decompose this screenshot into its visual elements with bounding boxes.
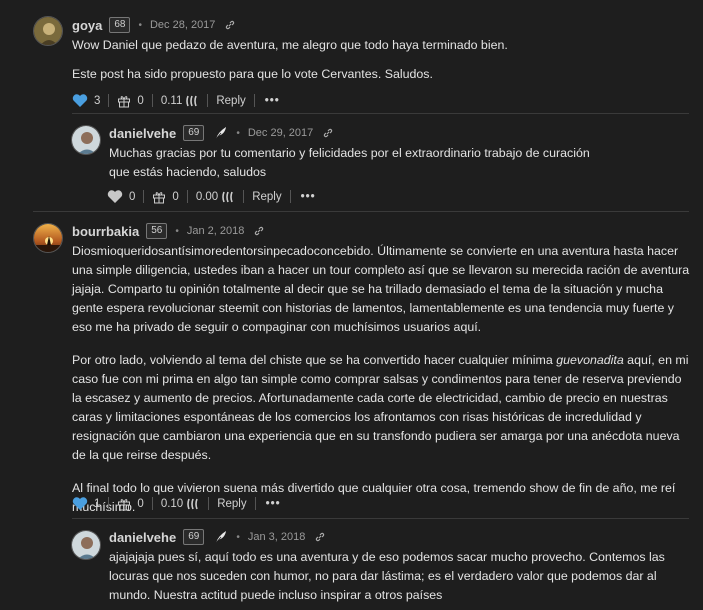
link-icon[interactable] <box>322 127 334 139</box>
avatar[interactable] <box>71 125 101 155</box>
divider <box>186 190 188 203</box>
divider <box>108 94 110 107</box>
divider <box>243 190 245 203</box>
steem-power-icon <box>186 95 198 106</box>
comment-date[interactable]: Dec 29, 2017 <box>248 127 313 139</box>
comment-body: ajajajaja pues sí, aquí todo es una aven… <box>109 548 694 605</box>
paragraph-text: Por otro lado, volviendo al tema del chi… <box>72 353 557 367</box>
comment-footer: 1 0 0.10 Reply ••• <box>72 496 281 511</box>
divider <box>151 497 153 510</box>
payout-value[interactable]: 0.00 <box>196 191 218 203</box>
comment-date[interactable]: Dec 28, 2017 <box>150 19 215 31</box>
author-name[interactable]: danielvehe <box>109 530 176 545</box>
link-icon[interactable] <box>224 19 236 31</box>
comment-paragraph: ajajajaja pues sí, aquí todo es una aven… <box>109 550 665 602</box>
more-options-button[interactable]: ••• <box>265 95 280 107</box>
emphasis-text: guevonadita <box>556 353 624 367</box>
comment-body: Wow Daniel que pedazo de aventura, me al… <box>72 36 682 84</box>
gift-icon[interactable] <box>117 94 131 108</box>
divider <box>208 497 210 510</box>
divider <box>254 497 256 510</box>
comment-header: bourrbakia 56 • Jan 2, 2018 <box>72 223 265 239</box>
gift-icon[interactable] <box>117 497 131 511</box>
heart-icon[interactable] <box>107 189 123 204</box>
comment-date[interactable]: Jan 2, 2018 <box>187 225 245 237</box>
payout-value[interactable]: 0.11 <box>161 95 183 107</box>
tip-count: 0 <box>137 94 144 107</box>
heart-icon[interactable] <box>72 93 88 108</box>
reply-button[interactable]: Reply <box>217 498 246 510</box>
steem-power-icon <box>187 498 198 509</box>
reputation-badge: 56 <box>146 223 168 239</box>
comment-paragraph: Diosmioqueridosantísimoredentorsinpecado… <box>72 244 690 334</box>
tip-count: 0 <box>172 190 179 203</box>
divider <box>143 190 145 203</box>
separator-dot: • <box>175 225 179 237</box>
divider-line <box>33 211 689 212</box>
avatar[interactable] <box>33 223 63 253</box>
feather-icon <box>216 127 227 140</box>
author-name[interactable]: bourrbakia <box>72 224 139 239</box>
gift-icon[interactable] <box>152 190 166 204</box>
link-icon[interactable] <box>314 531 326 543</box>
divider <box>253 94 255 107</box>
comment-footer: 0 0 0.00 Reply ••• <box>107 189 316 204</box>
vote-count[interactable]: 1 <box>94 498 100 510</box>
payout-value[interactable]: 0.10 <box>161 498 183 510</box>
divider <box>289 190 291 203</box>
comment-header: danielvehe 69 • Jan 3, 2018 <box>109 529 326 545</box>
comment-body: Diosmioqueridosantísimoredentorsinpecado… <box>72 242 694 517</box>
feather-icon <box>216 531 227 544</box>
divider-line <box>72 113 689 114</box>
reputation-badge: 68 <box>109 17 131 33</box>
comment-paragraph: Este post ha sido propuesto para que lo … <box>72 67 433 81</box>
comment-paragraph: Wow Daniel que pedazo de aventura, me al… <box>72 38 508 52</box>
author-name[interactable]: danielvehe <box>109 126 176 141</box>
link-icon[interactable] <box>253 225 265 237</box>
divider <box>207 94 209 107</box>
comment-header: goya 68 • Dec 28, 2017 <box>72 17 236 33</box>
comment-paragraph: Muchas gracias por tu comentario y felic… <box>109 146 590 179</box>
steem-power-icon <box>222 191 233 202</box>
divider <box>151 94 153 107</box>
comment-paragraph: Por otro lado, volviendo al tema del chi… <box>72 351 694 465</box>
comment-footer: 3 0 0.11 Reply ••• <box>72 93 280 108</box>
vote-count[interactable]: 0 <box>129 191 135 203</box>
author-name[interactable]: goya <box>72 18 102 33</box>
avatar[interactable] <box>71 530 101 560</box>
reply-button[interactable]: Reply <box>252 191 281 203</box>
tip-count: 0 <box>137 497 144 510</box>
avatar[interactable] <box>33 16 63 46</box>
separator-dot: • <box>138 19 142 31</box>
reputation-badge: 69 <box>183 529 205 545</box>
vote-count[interactable]: 3 <box>94 95 100 107</box>
comment-body: Muchas gracias por tu comentario y felic… <box>109 144 599 182</box>
more-options-button[interactable]: ••• <box>301 191 316 203</box>
comment-header: danielvehe 69 • Dec 29, 2017 <box>109 125 334 141</box>
divider <box>108 497 110 510</box>
divider-line <box>72 518 689 519</box>
paragraph-text: aquí, en mi caso fue con mi prima en alg… <box>72 353 689 462</box>
heart-icon[interactable] <box>72 496 88 511</box>
more-options-button[interactable]: ••• <box>266 498 281 510</box>
reply-button[interactable]: Reply <box>216 95 245 107</box>
separator-dot: • <box>236 127 240 139</box>
reputation-badge: 69 <box>183 125 205 141</box>
separator-dot: • <box>236 531 240 543</box>
comment-date[interactable]: Jan 3, 2018 <box>248 531 306 543</box>
